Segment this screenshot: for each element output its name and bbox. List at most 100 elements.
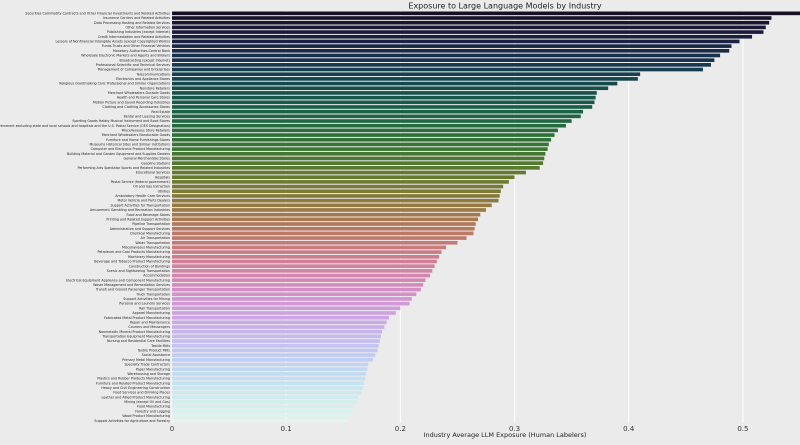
category-label: Oil and Gas Extraction: [133, 185, 170, 189]
bar: [172, 320, 387, 325]
bar: [172, 301, 410, 306]
bar: [172, 325, 385, 329]
bar: [172, 381, 364, 386]
category-label: Rental and Leasing Services: [124, 114, 171, 118]
bar: [172, 119, 572, 123]
category-label: Administrative and Support Services: [110, 227, 171, 231]
category-label: Wholesale Electronic Markets and Agents …: [81, 54, 170, 58]
category-label: Insurance Carriers and Related Activitie…: [103, 16, 170, 20]
category-label: Air Transportation: [141, 236, 170, 240]
category-label: Construction of Buildings: [129, 264, 171, 268]
bar: [172, 386, 363, 390]
category-label: Personal and Laundry Services: [119, 302, 170, 306]
bar: [172, 339, 380, 343]
bar: [172, 114, 581, 119]
bar: [172, 348, 378, 353]
category-label: Clothing and Clothing Accessories Stores: [102, 105, 170, 109]
bar: [172, 222, 476, 226]
category-label: Amusement Gambling and Recreation Indust…: [90, 208, 170, 212]
bar: [172, 53, 721, 58]
bar: [172, 329, 383, 334]
x-tick-label: 0.1: [281, 425, 292, 433]
category-label: Electronics and Appliance Stores: [116, 77, 170, 81]
bar: [172, 273, 431, 278]
category-label: Social Assistance: [142, 353, 170, 357]
category-label: Securities Commodity Contracts and Other…: [25, 11, 170, 15]
category-label: Pipeline Transportation: [132, 222, 170, 226]
bar: [172, 77, 638, 81]
bar: [172, 287, 421, 292]
category-label: Support Activities for Agriculture and F…: [94, 419, 170, 423]
category-label: Fabricated Metal Product Manufacturing: [104, 316, 170, 320]
bar: [172, 30, 764, 34]
x-tick-label: 0.4: [623, 425, 635, 433]
bar: [172, 231, 474, 236]
category-label: Nonmetallic Mineral Product Manufacturin…: [99, 330, 170, 334]
bar: [172, 81, 618, 86]
category-label: Leather and Allied Product Manufacturing: [101, 395, 170, 399]
bar: [172, 414, 351, 418]
bar: [172, 175, 515, 180]
category-label: Apparel Manufacturing: [132, 311, 170, 315]
x-tick-label: 0: [170, 425, 174, 433]
category-label: Specialty Trade Contractors: [124, 363, 170, 367]
bar: [172, 20, 770, 25]
category-label: Textile Mills: [150, 344, 170, 348]
category-label: Food and Beverage Stores: [127, 213, 171, 217]
category-label: Motion Picture and Sound Recording Indus…: [93, 100, 170, 104]
category-label: Professional Scientific and Technical Se…: [96, 63, 171, 67]
category-label: Credit Intermediation and Related Activi…: [98, 35, 170, 39]
category-label: Machinery Manufacturing: [128, 255, 170, 259]
bar: [172, 311, 396, 315]
bar: [172, 11, 800, 16]
category-label: Museums Historical Sites and Similar Ins…: [90, 143, 171, 147]
bar: [172, 372, 367, 376]
category-label: Warehousing and Storage: [127, 372, 170, 376]
bar: [172, 212, 481, 217]
bar: [172, 217, 479, 222]
category-label: Rail Transportation: [139, 306, 170, 310]
bar: [172, 133, 555, 137]
category-label: Motor Vehicle and Parts Dealers: [117, 199, 170, 203]
bar: [172, 395, 359, 400]
bar: [172, 67, 703, 72]
bar: [172, 297, 412, 301]
bar: [172, 128, 558, 133]
bar: [172, 254, 440, 259]
category-label: Sporting Goods Hobby Musical Instrument …: [72, 119, 170, 123]
category-label: Textile Product Mills: [137, 349, 171, 353]
bar: [172, 278, 426, 283]
category-label: Scenic and Sightseeing Transportation: [107, 269, 170, 273]
bar: [172, 250, 442, 254]
bar: [172, 189, 501, 194]
bar: [172, 105, 593, 109]
category-label: Educational Services: [136, 171, 171, 175]
bar: [172, 208, 486, 212]
x-tick-label: 0.2: [395, 425, 406, 433]
bar: [172, 39, 740, 44]
category-label: Electrical Equipment Appliance and Compo…: [66, 278, 170, 282]
category-label: Federal State and Local Government exclu…: [0, 124, 170, 128]
category-label: Computer and Electronic Product Manufact…: [91, 147, 170, 151]
bar: [172, 409, 353, 414]
category-label: Support Activities for Transportation: [110, 203, 170, 207]
bar: [172, 315, 389, 320]
category-label: Plastics and Rubber Products Manufacturi…: [97, 377, 170, 381]
bar: [172, 404, 355, 409]
category-label: Chemical Manufacturing: [130, 231, 170, 235]
bar: [172, 240, 458, 245]
category-label: Merchant Wholesalers Durable Goods: [108, 91, 170, 95]
bar: [172, 390, 362, 395]
bar: [172, 259, 437, 264]
category-label: Publishing Industries (except Internet): [107, 30, 170, 34]
category-label: Nursing and Residential Care Facilities: [107, 339, 170, 343]
category-label: Management of Companies and Enterprises: [98, 68, 171, 72]
category-label: Ambulatory Health Care Services: [115, 194, 170, 198]
bar: [172, 109, 584, 114]
category-label: Truck Transportation: [135, 292, 170, 296]
category-label: Health and Personal Care Stores: [117, 96, 171, 100]
category-label: Miscellaneous Manufacturing: [122, 246, 170, 250]
category-label: Merchant Wholesalers Nondurable Goods: [102, 133, 171, 137]
category-label: Printing and Related Support Activities: [106, 217, 170, 221]
bar: [172, 156, 545, 161]
